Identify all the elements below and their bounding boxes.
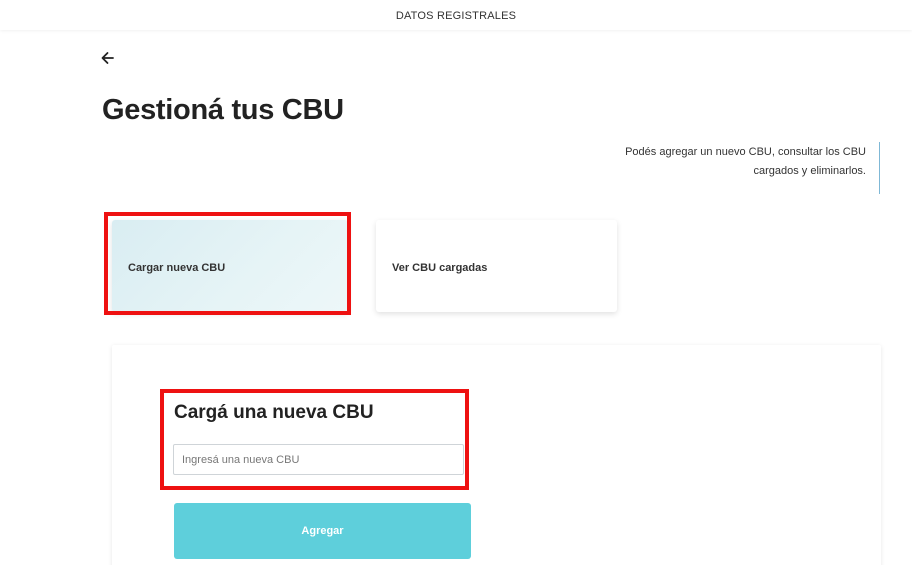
form-title: Cargá una nueva CBU [174,402,374,423]
add-button[interactable]: Agregar [174,503,471,559]
page-description: Podés agregar un nuevo CBU, consultar lo… [566,143,866,181]
cbu-input[interactable] [173,444,464,475]
option-card-view-cbu[interactable]: Ver CBU cargadas [376,220,617,312]
option-card-load-cbu[interactable]: Cargar nueva CBU [112,220,348,312]
page: DATOS REGISTRALES Gestioná tus CBU Podés… [0,0,912,565]
option-card-label: Ver CBU cargadas [392,262,488,274]
description-line-2: cargados y eliminarlos. [753,165,867,177]
description-line-1: Podés agregar un nuevo CBU, consultar lo… [625,146,866,158]
top-bar: DATOS REGISTRALES [0,0,912,30]
arrow-left-icon [101,52,114,64]
description-accent-bar [879,142,880,194]
back-button[interactable] [100,51,120,67]
header-title: DATOS REGISTRALES [395,10,517,22]
page-title: Gestioná tus CBU [102,94,344,126]
option-card-label: Cargar nueva CBU [128,262,226,274]
